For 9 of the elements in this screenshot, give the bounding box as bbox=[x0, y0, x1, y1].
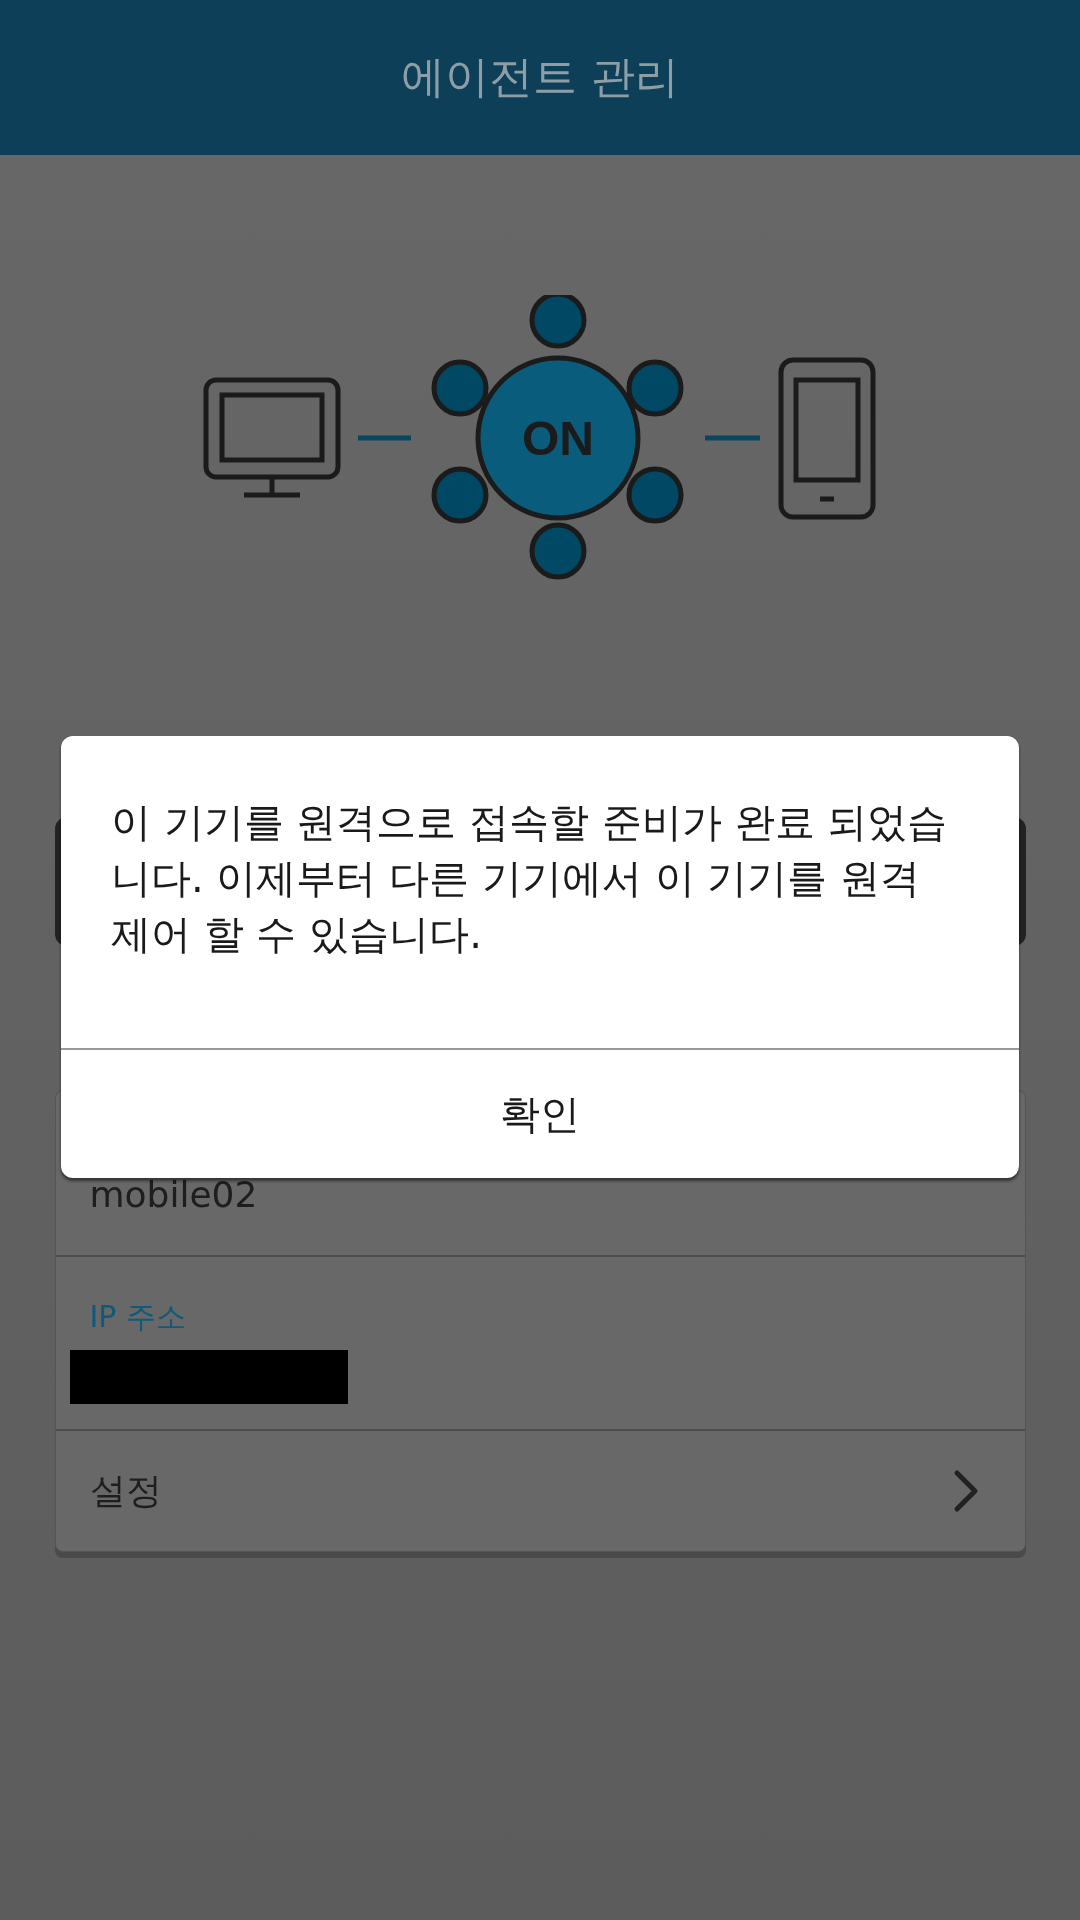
header-title: 에이전트 관리 bbox=[401, 50, 679, 104]
chevron-icon bbox=[952, 1469, 979, 1513]
link-line bbox=[704, 435, 760, 441]
monitor-icon bbox=[203, 377, 340, 498]
status-label: ON bbox=[521, 412, 594, 465]
link-line bbox=[357, 435, 411, 441]
field-label: IP 주소 bbox=[89, 1298, 187, 1336]
phone-icon bbox=[778, 357, 875, 520]
dialog-message: 이 기기를 원격으로 접속할 준비가 완료 되었습니다. 이제부터 다른 기기에서 이 기기를 원격 제어 할 수 있습니다. bbox=[61, 736, 1019, 1050]
